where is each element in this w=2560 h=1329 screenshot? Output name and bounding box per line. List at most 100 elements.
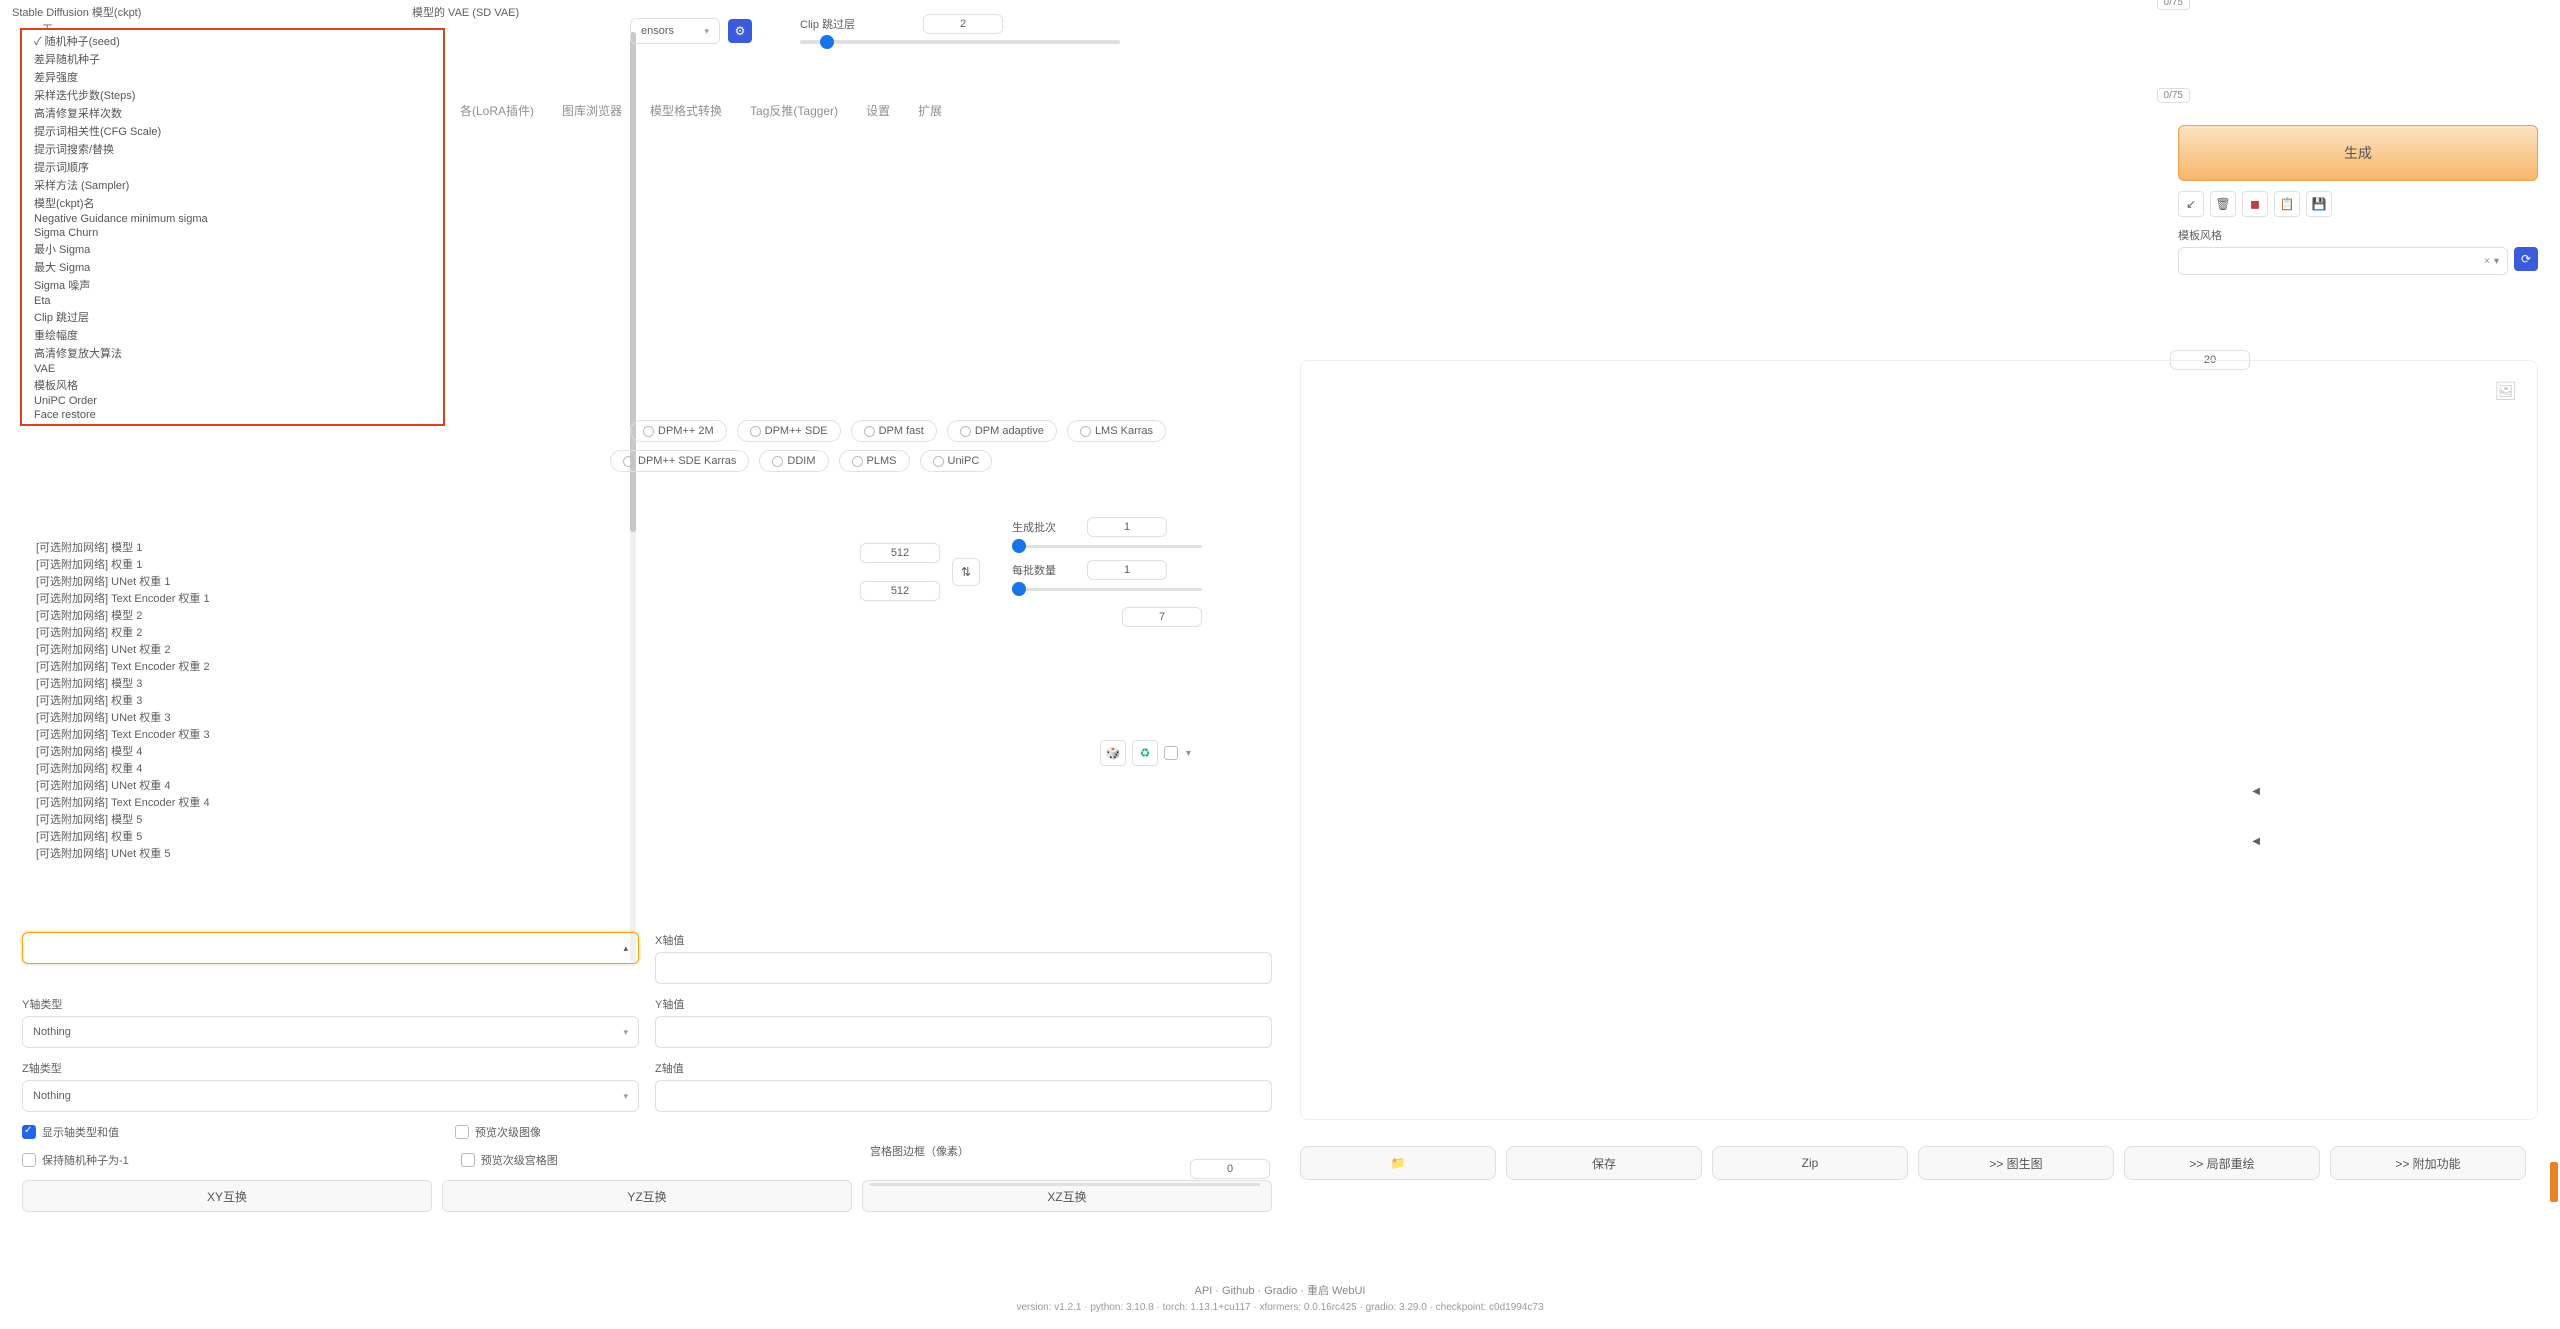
tab[interactable]: 模型格式转换 [650,102,722,119]
addon-option[interactable]: [可选附加网络] Text Encoder 权重 1 [36,591,210,608]
addon-network-list[interactable]: [可选附加网络] 模型 1[可选附加网络] 权重 1[可选附加网络] UNet … [36,540,210,863]
sampler-option[interactable]: DPM++ 2M [630,420,727,442]
dropdown-option[interactable]: 模板风格 [22,376,443,394]
yz-swap-button[interactable]: YZ互换 [442,1180,852,1212]
tab[interactable]: Tag反推(Tagger) [750,102,838,119]
dropdown-option[interactable]: Clip 跳过层 [22,308,443,326]
z-type-select[interactable]: Nothing▾ [22,1080,639,1112]
addon-option[interactable]: [可选附加网络] Text Encoder 权重 3 [36,727,210,744]
dropdown-option[interactable]: 提示词相关性(CFG Scale) [22,122,443,140]
bookmark-icon[interactable]: ◼ [2242,191,2268,217]
batch-count-slider[interactable] [1012,545,1202,548]
grid-margin-slider[interactable] [870,1183,1260,1186]
save-button[interactable]: 保存 [1506,1146,1702,1180]
cfg-value[interactable]: 7 [1122,607,1202,627]
refresh-vae-button[interactable]: ⚙ [728,19,752,43]
xy-swap-button[interactable]: XY互换 [22,1180,432,1212]
height-value[interactable]: 512 [860,581,940,601]
dropdown-option[interactable]: 最小 Sigma [22,240,443,258]
dropdown-option[interactable]: 模型(ckpt)名 [22,194,443,212]
dropdown-option[interactable]: 高清修复放大算法 [22,344,443,362]
send-inpaint-button[interactable]: >> 局部重绘 [2124,1146,2320,1180]
dice-icon[interactable]: 🎲 [1100,740,1126,766]
sampler-option[interactable]: PLMS [839,450,910,472]
sampler-option[interactable]: UniPC [920,450,993,472]
sampler-option[interactable]: DDIM [759,450,828,472]
dropdown-option[interactable]: 最大 Sigma [22,258,443,276]
dropdown-option[interactable]: 提示词搜索/替换 [22,140,443,158]
addon-option[interactable]: [可选附加网络] 权重 4 [36,761,210,778]
dropdown-option[interactable]: 差异随机种子 [22,50,443,68]
tab[interactable]: 图库浏览器 [562,102,622,119]
addon-option[interactable]: [可选附加网络] 模型 5 [36,812,210,829]
addon-option[interactable]: [可选附加网络] 权重 5 [36,829,210,846]
grid-margin-value[interactable]: 0 [1190,1159,1270,1179]
dropdown-option[interactable]: 提示词顺序 [22,158,443,176]
dropdown-option[interactable]: Sigma 噪声 [22,276,443,294]
dropdown-option[interactable]: 随机种子(seed) [22,32,443,50]
send-img2img-button[interactable]: >> 图生图 [1918,1146,2114,1180]
trash-icon[interactable]: 🗑 [2210,191,2236,217]
swap-dims-button[interactable]: ⇅ [952,558,980,586]
dropdown-option[interactable]: 高清修复采样次数 [22,104,443,122]
extra-seed-checkbox[interactable] [1164,746,1178,760]
addon-option[interactable]: [可选附加网络] UNet 权重 1 [36,574,210,591]
batch-size-value[interactable]: 1 [1087,560,1167,580]
vae-select[interactable]: ensors▾ [630,18,720,44]
addon-option[interactable]: [可选附加网络] 模型 1 [36,540,210,557]
batch-count-value[interactable]: 1 [1087,517,1167,537]
tab[interactable]: 各(LoRA插件) [460,102,534,119]
x-value-input[interactable] [655,952,1272,984]
clipboard-icon[interactable]: 📋 [2274,191,2300,217]
dropdown-option[interactable]: 采样方法 (Sampler) [22,176,443,194]
addon-option[interactable]: [可选附加网络] 模型 4 [36,744,210,761]
sampler-option[interactable]: DPM++ SDE Karras [610,450,749,472]
open-folder-button[interactable]: 📁 [1300,1146,1496,1180]
dropdown-option[interactable]: VAE [22,362,443,376]
z-value-input[interactable] [655,1080,1272,1112]
show-axis-check[interactable]: 显示轴类型和值 [22,1124,119,1140]
style-select[interactable]: ×▾ [2178,247,2508,275]
width-value[interactable]: 512 [860,543,940,563]
save-icon[interactable]: 💾 [2306,191,2332,217]
tab[interactable]: 扩展 [918,102,942,119]
addon-option[interactable]: [可选附加网络] UNet 权重 5 [36,846,210,863]
dropdown-option[interactable]: Negative Guidance minimum sigma [22,212,443,226]
addon-option[interactable]: [可选附加网络] UNet 权重 3 [36,710,210,727]
batch-size-slider[interactable] [1012,588,1202,591]
y-value-input[interactable] [655,1016,1272,1048]
preview-grid-check[interactable]: 预览次级宫格图 [461,1152,558,1168]
dropdown-option[interactable]: 采样迭代步数(Steps) [22,86,443,104]
send-extras-button[interactable]: >> 附加功能 [2330,1146,2526,1180]
preview-sub-check[interactable]: 预览次级图像 [455,1124,541,1140]
sampler-option[interactable]: DPM fast [851,420,937,442]
sampler-option[interactable]: DPM++ SDE [737,420,841,442]
sampler-option[interactable]: DPM adaptive [947,420,1057,442]
dropdown-option[interactable]: Eta [22,294,443,308]
recycle-icon[interactable]: ♻ [1132,740,1158,766]
sampler-option[interactable]: LMS Karras [1067,420,1166,442]
dropdown-option[interactable]: Sigma Churn [22,226,443,240]
addon-option[interactable]: [可选附加网络] 权重 3 [36,693,210,710]
dropdown-option[interactable]: 差异强度 [22,68,443,86]
dropdown-option[interactable]: Face restore [22,408,443,422]
arrow-icon[interactable]: ↙ [2178,191,2204,217]
addon-option[interactable]: [可选附加网络] 模型 3 [36,676,210,693]
addon-option[interactable]: [可选附加网络] 权重 1 [36,557,210,574]
tab[interactable]: 设置 [866,102,890,119]
dropdown-option[interactable]: UniPC Order [22,394,443,408]
addon-option[interactable]: [可选附加网络] Text Encoder 权重 4 [36,795,210,812]
keep-seed-check[interactable]: 保持随机种子为-1 [22,1152,129,1168]
y-type-select[interactable]: Nothing▾ [22,1016,639,1048]
x-type-select[interactable]: ▴ [22,932,639,964]
clip-skip-slider[interactable] [800,40,1120,44]
addon-option[interactable]: [可选附加网络] Text Encoder 权重 2 [36,659,210,676]
addon-option[interactable]: [可选附加网络] 权重 2 [36,625,210,642]
addon-option[interactable]: [可选附加网络] 模型 2 [36,608,210,625]
apply-style-button[interactable]: ⟳ [2514,247,2538,271]
caret-down-icon[interactable]: ▼ [1184,748,1193,758]
x-axis-type-dropdown[interactable]: 随机种子(seed)差异随机种子差异强度采样迭代步数(Steps)高清修复采样次… [20,28,445,426]
zip-button[interactable]: Zip [1712,1146,1908,1180]
clip-skip-value[interactable]: 2 [923,14,1003,34]
addon-option[interactable]: [可选附加网络] UNet 权重 2 [36,642,210,659]
